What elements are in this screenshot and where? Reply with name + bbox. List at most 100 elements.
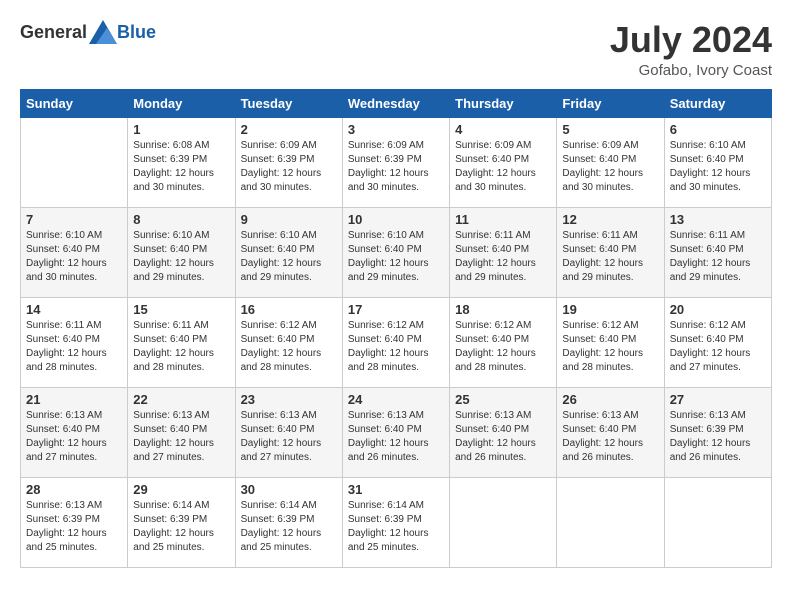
day-info: Sunrise: 6:09 AMSunset: 6:39 PMDaylight:…: [241, 139, 337, 195]
day-number: 30: [241, 482, 337, 497]
calendar-cell: 4 Sunrise: 6:09 AMSunset: 6:40 PMDaylight…: [450, 117, 557, 207]
day-number: 15: [133, 302, 229, 317]
calendar-cell: 23 Sunrise: 6:13 AMSunset: 6:40 PMDayligh…: [235, 387, 342, 477]
calendar-cell: 30 Sunrise: 6:14 AMSunset: 6:39 PMDayligh…: [235, 477, 342, 567]
logo: General Blue: [20, 20, 156, 44]
day-number: 27: [670, 392, 766, 407]
calendar-cell: 7Sunrise: 6:10 AMSunset: 6:40 PMDaylight…: [21, 207, 128, 297]
day-info: Sunrise: 6:13 AMSunset: 6:40 PMDaylight:…: [562, 409, 658, 465]
day-number: 5: [562, 122, 658, 137]
day-number: 31: [348, 482, 444, 497]
day-info: Sunrise: 6:11 AMSunset: 6:40 PMDaylight:…: [133, 319, 229, 375]
calendar-cell: 22 Sunrise: 6:13 AMSunset: 6:40 PMDayligh…: [128, 387, 235, 477]
calendar-cell: 19Sunrise: 6:12 AMSunset: 6:40 PMDayligh…: [557, 297, 664, 387]
calendar-cell: 8 Sunrise: 6:10 AMSunset: 6:40 PMDaylight…: [128, 207, 235, 297]
day-number: 21: [26, 392, 122, 407]
day-number: 24: [348, 392, 444, 407]
week-row-5: 28Sunrise: 6:13 AMSunset: 6:39 PMDayligh…: [21, 477, 772, 567]
calendar-cell: 12Sunrise: 6:11 AMSunset: 6:40 PMDayligh…: [557, 207, 664, 297]
calendar-cell: 2 Sunrise: 6:09 AMSunset: 6:39 PMDaylight…: [235, 117, 342, 207]
calendar-cell: 27 Sunrise: 6:13 AMSunset: 6:39 PMDayligh…: [664, 387, 771, 477]
calendar-cell: 26 Sunrise: 6:13 AMSunset: 6:40 PMDayligh…: [557, 387, 664, 477]
header-day-tuesday: Tuesday: [235, 89, 342, 117]
calendar-cell: [664, 477, 771, 567]
day-info: Sunrise: 6:12 AMSunset: 6:40 PMDaylight:…: [670, 319, 766, 375]
day-info: Sunrise: 6:12 AMSunset: 6:40 PMDaylight:…: [455, 319, 551, 375]
logo-blue-text: Blue: [117, 22, 156, 43]
day-number: 1: [133, 122, 229, 137]
day-info: Sunrise: 6:10 AMSunset: 6:40 PMDaylight:…: [670, 139, 766, 195]
day-info: Sunrise: 6:14 AMSunset: 6:39 PMDaylight:…: [133, 499, 229, 555]
day-number: 11: [455, 212, 551, 227]
calendar-cell: 10 Sunrise: 6:10 AMSunset: 6:40 PMDayligh…: [342, 207, 449, 297]
calendar-cell: 5Sunrise: 6:09 AMSunset: 6:40 PMDaylight…: [557, 117, 664, 207]
calendar-cell: 13 Sunrise: 6:11 AMSunset: 6:40 PMDayligh…: [664, 207, 771, 297]
calendar-cell: 3Sunrise: 6:09 AMSunset: 6:39 PMDaylight…: [342, 117, 449, 207]
week-row-3: 14Sunrise: 6:11 AMSunset: 6:40 PMDayligh…: [21, 297, 772, 387]
calendar-cell: 6 Sunrise: 6:10 AMSunset: 6:40 PMDaylight…: [664, 117, 771, 207]
calendar-table: SundayMondayTuesdayWednesdayThursdayFrid…: [20, 89, 772, 568]
day-info: Sunrise: 6:11 AMSunset: 6:40 PMDaylight:…: [455, 229, 551, 285]
day-info: Sunrise: 6:13 AMSunset: 6:40 PMDaylight:…: [455, 409, 551, 465]
day-number: 10: [348, 212, 444, 227]
day-number: 6: [670, 122, 766, 137]
day-info: Sunrise: 6:10 AMSunset: 6:40 PMDaylight:…: [348, 229, 444, 285]
day-info: Sunrise: 6:13 AMSunset: 6:40 PMDaylight:…: [241, 409, 337, 465]
header-day-saturday: Saturday: [664, 89, 771, 117]
day-number: 9: [241, 212, 337, 227]
day-number: 4: [455, 122, 551, 137]
day-info: Sunrise: 6:11 AMSunset: 6:40 PMDaylight:…: [26, 319, 122, 375]
calendar-cell: 24Sunrise: 6:13 AMSunset: 6:40 PMDayligh…: [342, 387, 449, 477]
logo-icon: [89, 20, 117, 44]
day-number: 29: [133, 482, 229, 497]
day-number: 7: [26, 212, 122, 227]
week-row-4: 21 Sunrise: 6:13 AMSunset: 6:40 PMDayligh…: [21, 387, 772, 477]
day-number: 20: [670, 302, 766, 317]
calendar-cell: 29 Sunrise: 6:14 AMSunset: 6:39 PMDayligh…: [128, 477, 235, 567]
calendar-cell: 21 Sunrise: 6:13 AMSunset: 6:40 PMDayligh…: [21, 387, 128, 477]
week-row-2: 7 Sunrise: 6:10 AMSunset: 6:40 PMDaylight…: [21, 207, 772, 297]
calendar-cell: 11 Sunrise: 6:11 AMSunset: 6:40 PMDayligh…: [450, 207, 557, 297]
day-number: 16: [241, 302, 337, 317]
day-number: 25: [455, 392, 551, 407]
day-info: Sunrise: 6:12 AMSunset: 6:40 PMDaylight:…: [348, 319, 444, 375]
calendar-cell: 1 Sunrise: 6:08 AMSunset: 6:39 PMDaylight…: [128, 117, 235, 207]
calendar-cell: 15 Sunrise: 6:11 AMSunset: 6:40 PMDayligh…: [128, 297, 235, 387]
day-info: Sunrise: 6:09 AMSunset: 6:40 PMDaylight:…: [455, 139, 551, 195]
day-info: Sunrise: 6:13 AMSunset: 6:39 PMDaylight:…: [26, 499, 122, 555]
calendar-cell: 17 Sunrise: 6:12 AMSunset: 6:40 PMDayligh…: [342, 297, 449, 387]
day-info: Sunrise: 6:08 AMSunset: 6:39 PMDaylight:…: [133, 139, 229, 195]
day-number: 2: [241, 122, 337, 137]
calendar-cell: 25 Sunrise: 6:13 AMSunset: 6:40 PMDayligh…: [450, 387, 557, 477]
day-number: 17: [348, 302, 444, 317]
day-number: 26: [562, 392, 658, 407]
calendar-cell: [450, 477, 557, 567]
week-row-1: 1 Sunrise: 6:08 AMSunset: 6:39 PMDaylight…: [21, 117, 772, 207]
calendar-cell: 16Sunrise: 6:12 AMSunset: 6:40 PMDayligh…: [235, 297, 342, 387]
day-number: 8: [133, 212, 229, 227]
location-title: Gofabo, Ivory Coast: [610, 62, 772, 79]
day-info: Sunrise: 6:10 AMSunset: 6:40 PMDaylight:…: [133, 229, 229, 285]
month-title: July 2024: [610, 20, 772, 60]
day-number: 22: [133, 392, 229, 407]
page-header: General Blue July 2024 Gofabo, Ivory Coa…: [20, 20, 772, 79]
day-info: Sunrise: 6:13 AMSunset: 6:39 PMDaylight:…: [670, 409, 766, 465]
day-info: Sunrise: 6:14 AMSunset: 6:39 PMDaylight:…: [241, 499, 337, 555]
day-info: Sunrise: 6:12 AMSunset: 6:40 PMDaylight:…: [562, 319, 658, 375]
day-info: Sunrise: 6:13 AMSunset: 6:40 PMDaylight:…: [26, 409, 122, 465]
calendar-cell: 20 Sunrise: 6:12 AMSunset: 6:40 PMDayligh…: [664, 297, 771, 387]
day-info: Sunrise: 6:11 AMSunset: 6:40 PMDaylight:…: [670, 229, 766, 285]
calendar-cell: 18Sunrise: 6:12 AMSunset: 6:40 PMDayligh…: [450, 297, 557, 387]
day-number: 23: [241, 392, 337, 407]
calendar-cell: 28Sunrise: 6:13 AMSunset: 6:39 PMDayligh…: [21, 477, 128, 567]
header-day-wednesday: Wednesday: [342, 89, 449, 117]
logo-general-text: General: [20, 22, 87, 43]
day-info: Sunrise: 6:14 AMSunset: 6:39 PMDaylight:…: [348, 499, 444, 555]
day-info: Sunrise: 6:11 AMSunset: 6:40 PMDaylight:…: [562, 229, 658, 285]
calendar-cell: [557, 477, 664, 567]
day-number: 13: [670, 212, 766, 227]
day-number: 3: [348, 122, 444, 137]
day-info: Sunrise: 6:13 AMSunset: 6:40 PMDaylight:…: [133, 409, 229, 465]
calendar-cell: [21, 117, 128, 207]
day-info: Sunrise: 6:10 AMSunset: 6:40 PMDaylight:…: [241, 229, 337, 285]
